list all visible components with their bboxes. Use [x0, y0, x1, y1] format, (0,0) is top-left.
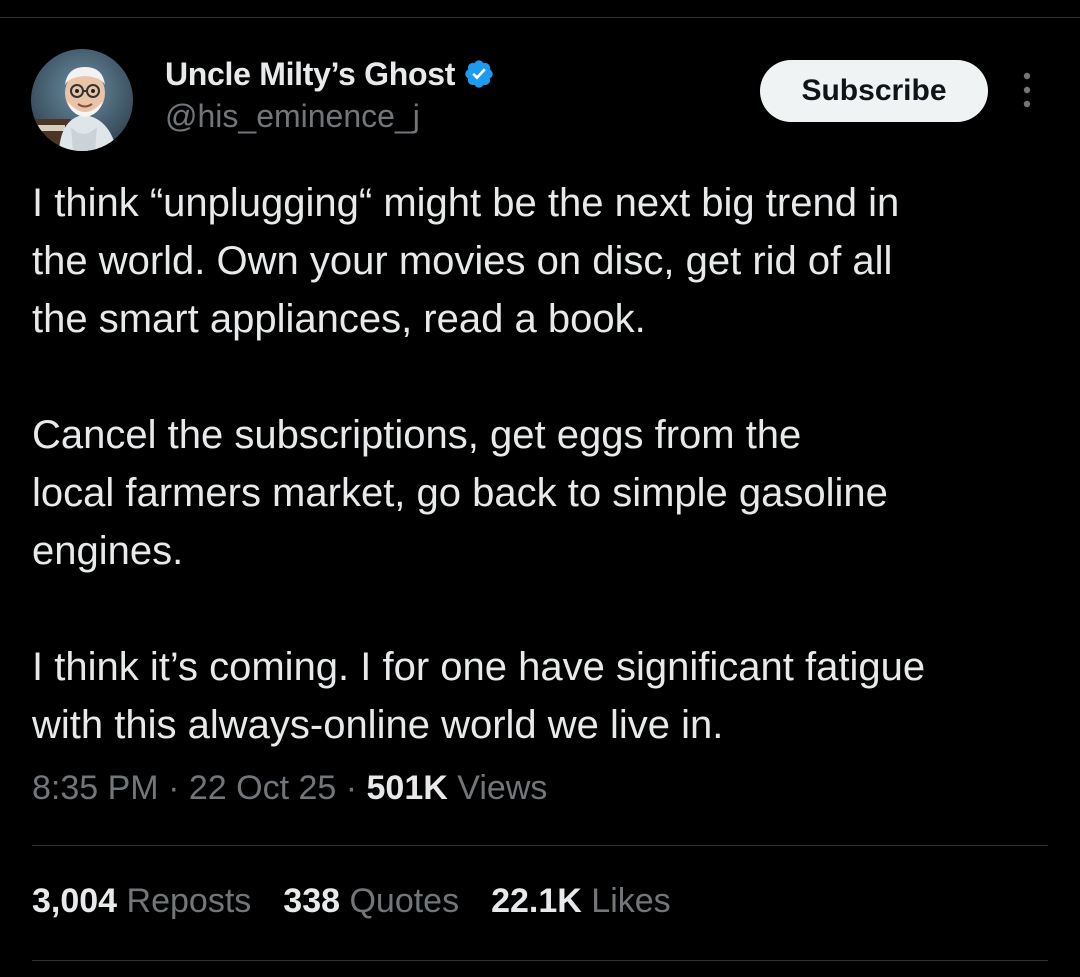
tweet-line: with this always-online world we live in…	[32, 703, 724, 747]
likes-label: Likes	[591, 882, 671, 920]
tweet-meta: 8:35 PM · 22 Oct 25 · 501K Views	[32, 769, 547, 808]
quotes-label: Quotes	[349, 882, 460, 920]
tweet-line: I think it’s coming. I for one have sign…	[32, 645, 926, 689]
engagement-stats: 3,004 Reposts 338 Quotes 22.1K Likes	[32, 882, 671, 921]
more-options-icon[interactable]	[1012, 68, 1042, 114]
avatar[interactable]	[31, 49, 133, 151]
tweet-date[interactable]: 22 Oct 25	[189, 769, 336, 807]
reposts-count: 3,004	[32, 882, 118, 920]
views-count: 501K	[366, 769, 448, 807]
top-divider	[0, 17, 1080, 18]
tweet-paragraph: I think “unplugging“ might be the next b…	[32, 174, 1062, 348]
tweet-paragraph: I think it’s coming. I for one have sign…	[32, 638, 1062, 754]
subscribe-button[interactable]: Subscribe	[760, 60, 988, 122]
tweet-line: the smart appliances, read a book.	[32, 297, 646, 341]
views-label: Views	[457, 769, 548, 807]
tweet-line: engines.	[32, 529, 184, 573]
tweet-paragraph: Cancel the subscriptions, get eggs from …	[32, 406, 1062, 580]
author-name-row[interactable]: Uncle Milty’s Ghost	[165, 52, 495, 96]
cartoon-old-man-avatar-icon	[31, 49, 133, 151]
quotes-count: 338	[283, 882, 341, 920]
quotes-stat[interactable]: 338 Quotes	[283, 882, 459, 921]
likes-stat[interactable]: 22.1K Likes	[491, 882, 671, 921]
author-display-name[interactable]: Uncle Milty’s Ghost	[165, 56, 455, 93]
tweet-line: I think “unplugging“ might be the next b…	[32, 181, 900, 225]
meta-separator: ·	[168, 769, 180, 807]
reposts-stat[interactable]: 3,004 Reposts	[32, 882, 251, 921]
divider	[32, 845, 1048, 846]
tweet-line: local farmers market, go back to simple …	[32, 471, 888, 515]
tweet-line: Cancel the subscriptions, get eggs from …	[32, 413, 802, 457]
author-handle[interactable]: @his_eminence_j	[165, 98, 420, 135]
verified-badge-icon	[463, 58, 495, 90]
tweet-time[interactable]: 8:35 PM	[32, 769, 159, 807]
divider	[32, 960, 1048, 961]
meta-separator: ·	[345, 769, 358, 807]
tweet-text: I think “unplugging“ might be the next b…	[32, 174, 1062, 754]
likes-count: 22.1K	[491, 882, 582, 920]
reposts-label: Reposts	[126, 882, 252, 920]
tweet-line: the world. Own your movies on disc, get …	[32, 239, 893, 283]
